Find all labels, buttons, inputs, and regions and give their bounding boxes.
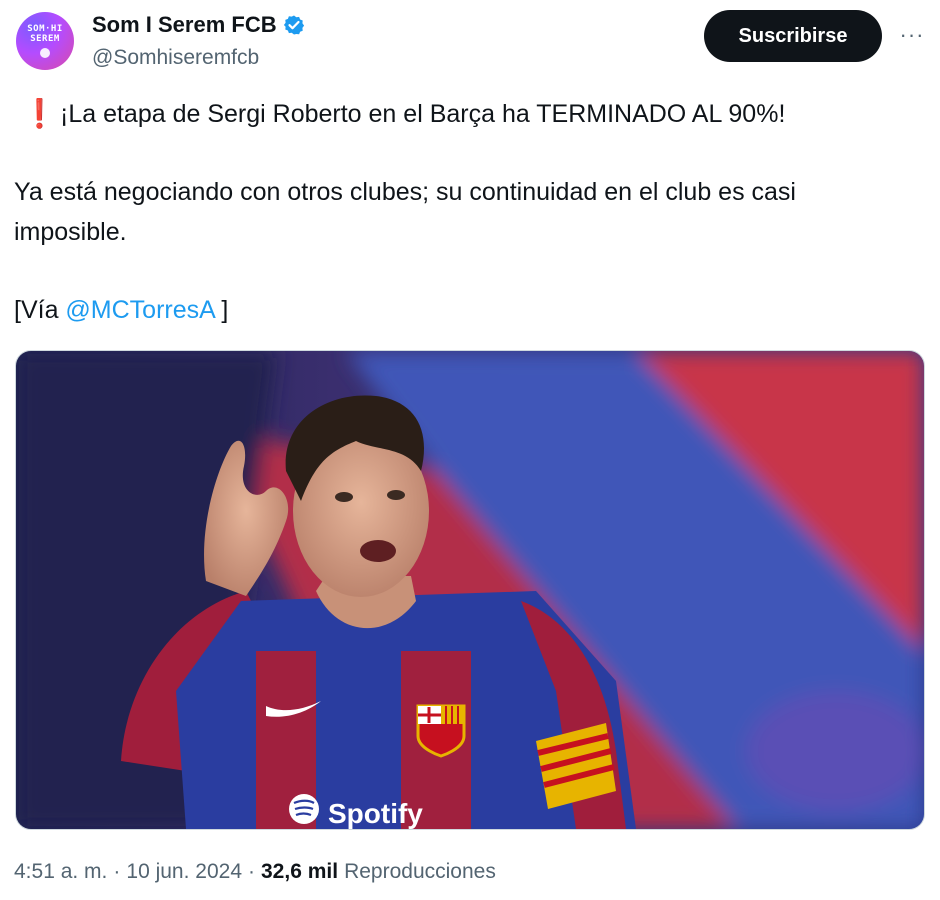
author-display-name[interactable]: Som I Serem FCB — [92, 12, 277, 38]
avatar-text-bottom: SEREM — [30, 34, 60, 44]
separator: · — [113, 860, 121, 883]
avatar-text-top: SOM·HI — [27, 24, 63, 34]
tweet-via: [Vía @MCTorresA ] — [14, 290, 914, 330]
tweet-headline: ¡La etapa de Sergi Roberto en el Barça h… — [60, 100, 786, 128]
tweet-footer: 4:51 a. m. · 10 jun. 2024 · 32,6 mil Rep… — [14, 860, 496, 884]
tweet-date[interactable]: 10 jun. 2024 — [126, 860, 242, 884]
tweet-time[interactable]: 4:51 a. m. — [14, 860, 107, 884]
author-name-row: Som I Serem FCB — [92, 12, 305, 38]
subscribe-button[interactable]: Suscribirse — [704, 10, 882, 62]
mention-link[interactable]: @MCTorresA — [65, 296, 214, 324]
tweet-line-2: Ya está negociando con otros clubes; su … — [14, 178, 796, 246]
more-options-icon[interactable]: ··· — [894, 20, 930, 50]
microphone-icon — [40, 48, 50, 58]
jersey-sponsor-text: Spotify — [328, 798, 423, 829]
via-prefix: [Vía — [14, 296, 66, 324]
verified-badge-icon — [283, 15, 304, 35]
red-exclamation-icon: ❗ — [22, 98, 57, 129]
tweet-line-1: ❗ ¡La etapa de Sergi Roberto en el Barça… — [14, 94, 914, 134]
author-handle[interactable]: @Somhiseremfcb — [92, 46, 259, 70]
separator: · — [248, 860, 255, 883]
views-label: Reproducciones — [344, 860, 496, 883]
tweet-media-photo[interactable]: Spotify — [15, 350, 925, 830]
player-photo: Spotify — [16, 351, 924, 829]
views-count: 32,6 mil — [261, 860, 339, 883]
avatar[interactable]: SOM·HI SEREM — [16, 12, 74, 70]
tweet-text: ❗ ¡La etapa de Sergi Roberto en el Barça… — [14, 94, 914, 330]
via-suffix: ] — [214, 296, 229, 324]
